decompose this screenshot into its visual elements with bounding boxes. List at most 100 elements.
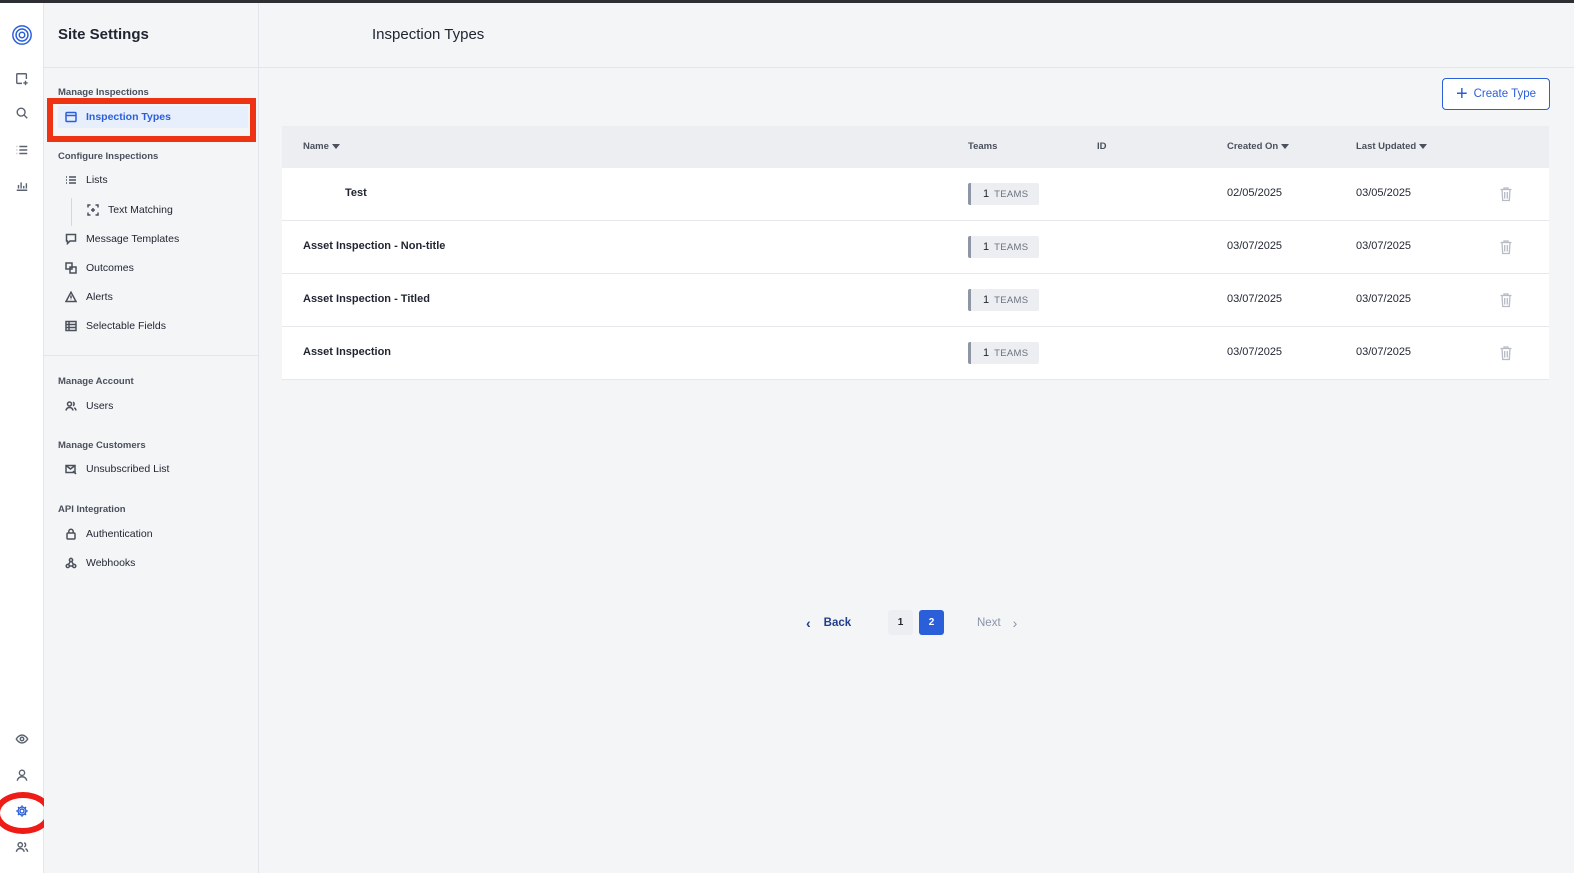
column-header-name[interactable]: Name — [303, 141, 340, 152]
mail-off-icon — [64, 462, 78, 476]
teams-badge[interactable]: 1 TEAMS — [968, 289, 1039, 311]
sidebar-item-label: Lists — [86, 174, 108, 186]
row-name[interactable]: Asset Inspection — [303, 346, 391, 358]
next-label: Next — [977, 617, 1001, 629]
sidebar-item-alerts[interactable]: Alerts — [58, 286, 248, 308]
trash-icon[interactable] — [1499, 292, 1513, 308]
column-label: Created On — [1227, 141, 1279, 152]
table-row[interactable]: Asset Inspection - Titled 1 TEAMS 03/07/2… — [282, 274, 1549, 327]
section-manage-account: Manage Account — [58, 376, 134, 387]
pagination-page-1[interactable]: 1 — [888, 610, 913, 635]
row-name[interactable]: Asset Inspection - Titled — [303, 293, 430, 305]
sort-caret-icon — [331, 144, 340, 149]
sidebar-item-label: Webhooks — [86, 557, 136, 569]
teams-count: 1 — [983, 188, 990, 200]
pagination-back-button[interactable]: ‹ Back — [806, 613, 851, 633]
sidebar-item-label: Alerts — [86, 291, 113, 303]
new-inspection-icon[interactable] — [12, 69, 32, 89]
list-icon[interactable] — [12, 140, 32, 160]
divider — [44, 355, 259, 356]
create-type-button[interactable]: + Create Type — [1442, 78, 1550, 110]
search-icon[interactable] — [12, 103, 32, 123]
plus-icon: + — [1455, 83, 1468, 105]
sidebar-item-webhooks[interactable]: Webhooks — [58, 552, 248, 574]
teams-badge[interactable]: 1 TEAMS — [968, 236, 1039, 258]
row-name[interactable]: Test — [345, 187, 367, 199]
team-icon[interactable] — [12, 837, 32, 857]
sidebar-item-label: Message Templates — [86, 233, 180, 245]
column-label: Name — [303, 141, 329, 152]
eye-icon[interactable] — [12, 729, 32, 749]
table-header: Name Teams ID Created On Last Updated — [282, 126, 1549, 168]
users-icon — [64, 399, 78, 413]
section-api-integration: API Integration — [58, 504, 126, 515]
table-row[interactable]: Asset Inspection 1 TEAMS 03/07/2025 03/07… — [282, 327, 1549, 380]
trash-icon[interactable] — [1499, 239, 1513, 255]
page-title: Inspection Types — [372, 26, 485, 43]
table-row[interactable]: Test 1 TEAMS 02/05/2025 03/05/2025 — [282, 168, 1549, 221]
table-row[interactable]: Asset Inspection - Non-title 1 TEAMS 03/0… — [282, 221, 1549, 274]
header-divider — [259, 67, 1574, 68]
trash-icon[interactable] — [1499, 345, 1513, 361]
table-icon — [64, 319, 78, 333]
sidebar-item-label: Inspection Types — [86, 111, 171, 123]
updated-date: 03/07/2025 — [1356, 293, 1412, 305]
created-date: 03/07/2025 — [1227, 346, 1283, 358]
profile-icon[interactable] — [12, 765, 32, 785]
section-configure-inspections: Configure Inspections — [58, 151, 159, 162]
column-header-last-updated[interactable]: Last Updated — [1356, 141, 1428, 152]
settings-sidebar: Site Settings Manage Inspections Inspect… — [44, 3, 259, 873]
sidebar-item-users[interactable]: Users — [58, 395, 248, 417]
updated-date: 03/07/2025 — [1356, 346, 1412, 358]
sidebar-item-label: Users — [86, 400, 114, 412]
sort-caret-icon — [1419, 144, 1428, 149]
pagination-next-button[interactable]: Next › — [977, 613, 1017, 633]
column-header-created-on[interactable]: Created On — [1227, 141, 1290, 152]
inspection-types-icon — [64, 110, 78, 124]
column-header-id: ID — [1097, 141, 1107, 152]
teams-label: TEAMS — [994, 188, 1029, 200]
sidebar-item-lists[interactable]: Lists — [58, 169, 248, 191]
trash-icon[interactable] — [1499, 186, 1513, 202]
created-date: 03/07/2025 — [1227, 240, 1283, 252]
sidebar-item-label: Outcomes — [86, 262, 134, 274]
tree-connector — [71, 198, 72, 226]
analytics-icon[interactable] — [12, 175, 32, 195]
divider — [44, 67, 259, 68]
sidebar-item-label: Text Matching — [108, 204, 173, 216]
app-rail — [0, 3, 52, 873]
create-type-label: Create Type — [1473, 88, 1537, 100]
teams-count: 1 — [983, 294, 990, 306]
sidebar-item-outcomes[interactable]: Outcomes — [58, 257, 248, 279]
sidebar-item-selectable-fields[interactable]: Selectable Fields — [58, 315, 248, 337]
sidebar-item-text-matching[interactable]: Text Matching — [80, 199, 270, 221]
webhook-icon — [64, 556, 78, 570]
teams-count: 1 — [983, 347, 990, 359]
chevron-left-icon: ‹ — [806, 615, 811, 631]
updated-date: 03/07/2025 — [1356, 240, 1412, 252]
row-name[interactable]: Asset Inspection - Non-title — [303, 240, 445, 252]
created-date: 02/05/2025 — [1227, 187, 1283, 199]
created-date: 03/07/2025 — [1227, 293, 1283, 305]
column-label: ID — [1097, 141, 1107, 152]
app-logo-icon[interactable] — [10, 23, 34, 47]
teams-count: 1 — [983, 241, 990, 253]
pagination-page-2[interactable]: 2 — [919, 610, 944, 635]
teams-label: TEAMS — [994, 347, 1029, 359]
teams-badge[interactable]: 1 TEAMS — [968, 183, 1039, 205]
message-icon — [64, 232, 78, 246]
sidebar-item-message-templates[interactable]: Message Templates — [58, 228, 248, 250]
sort-caret-icon — [1281, 144, 1290, 149]
sidebar-item-unsubscribed-list[interactable]: Unsubscribed List — [58, 458, 248, 480]
sidebar-item-authentication[interactable]: Authentication — [58, 523, 248, 545]
updated-date: 03/05/2025 — [1356, 187, 1412, 199]
settings-gear-icon[interactable] — [12, 801, 32, 821]
column-label: Teams — [968, 141, 998, 152]
teams-label: TEAMS — [994, 294, 1029, 306]
sidebar-item-inspection-types[interactable]: Inspection Types — [58, 106, 248, 128]
warning-triangle-icon — [64, 290, 78, 304]
section-manage-customers: Manage Customers — [58, 440, 146, 451]
sidebar-item-label: Selectable Fields — [86, 320, 166, 332]
teams-badge[interactable]: 1 TEAMS — [968, 342, 1039, 364]
teams-label: TEAMS — [994, 241, 1029, 253]
